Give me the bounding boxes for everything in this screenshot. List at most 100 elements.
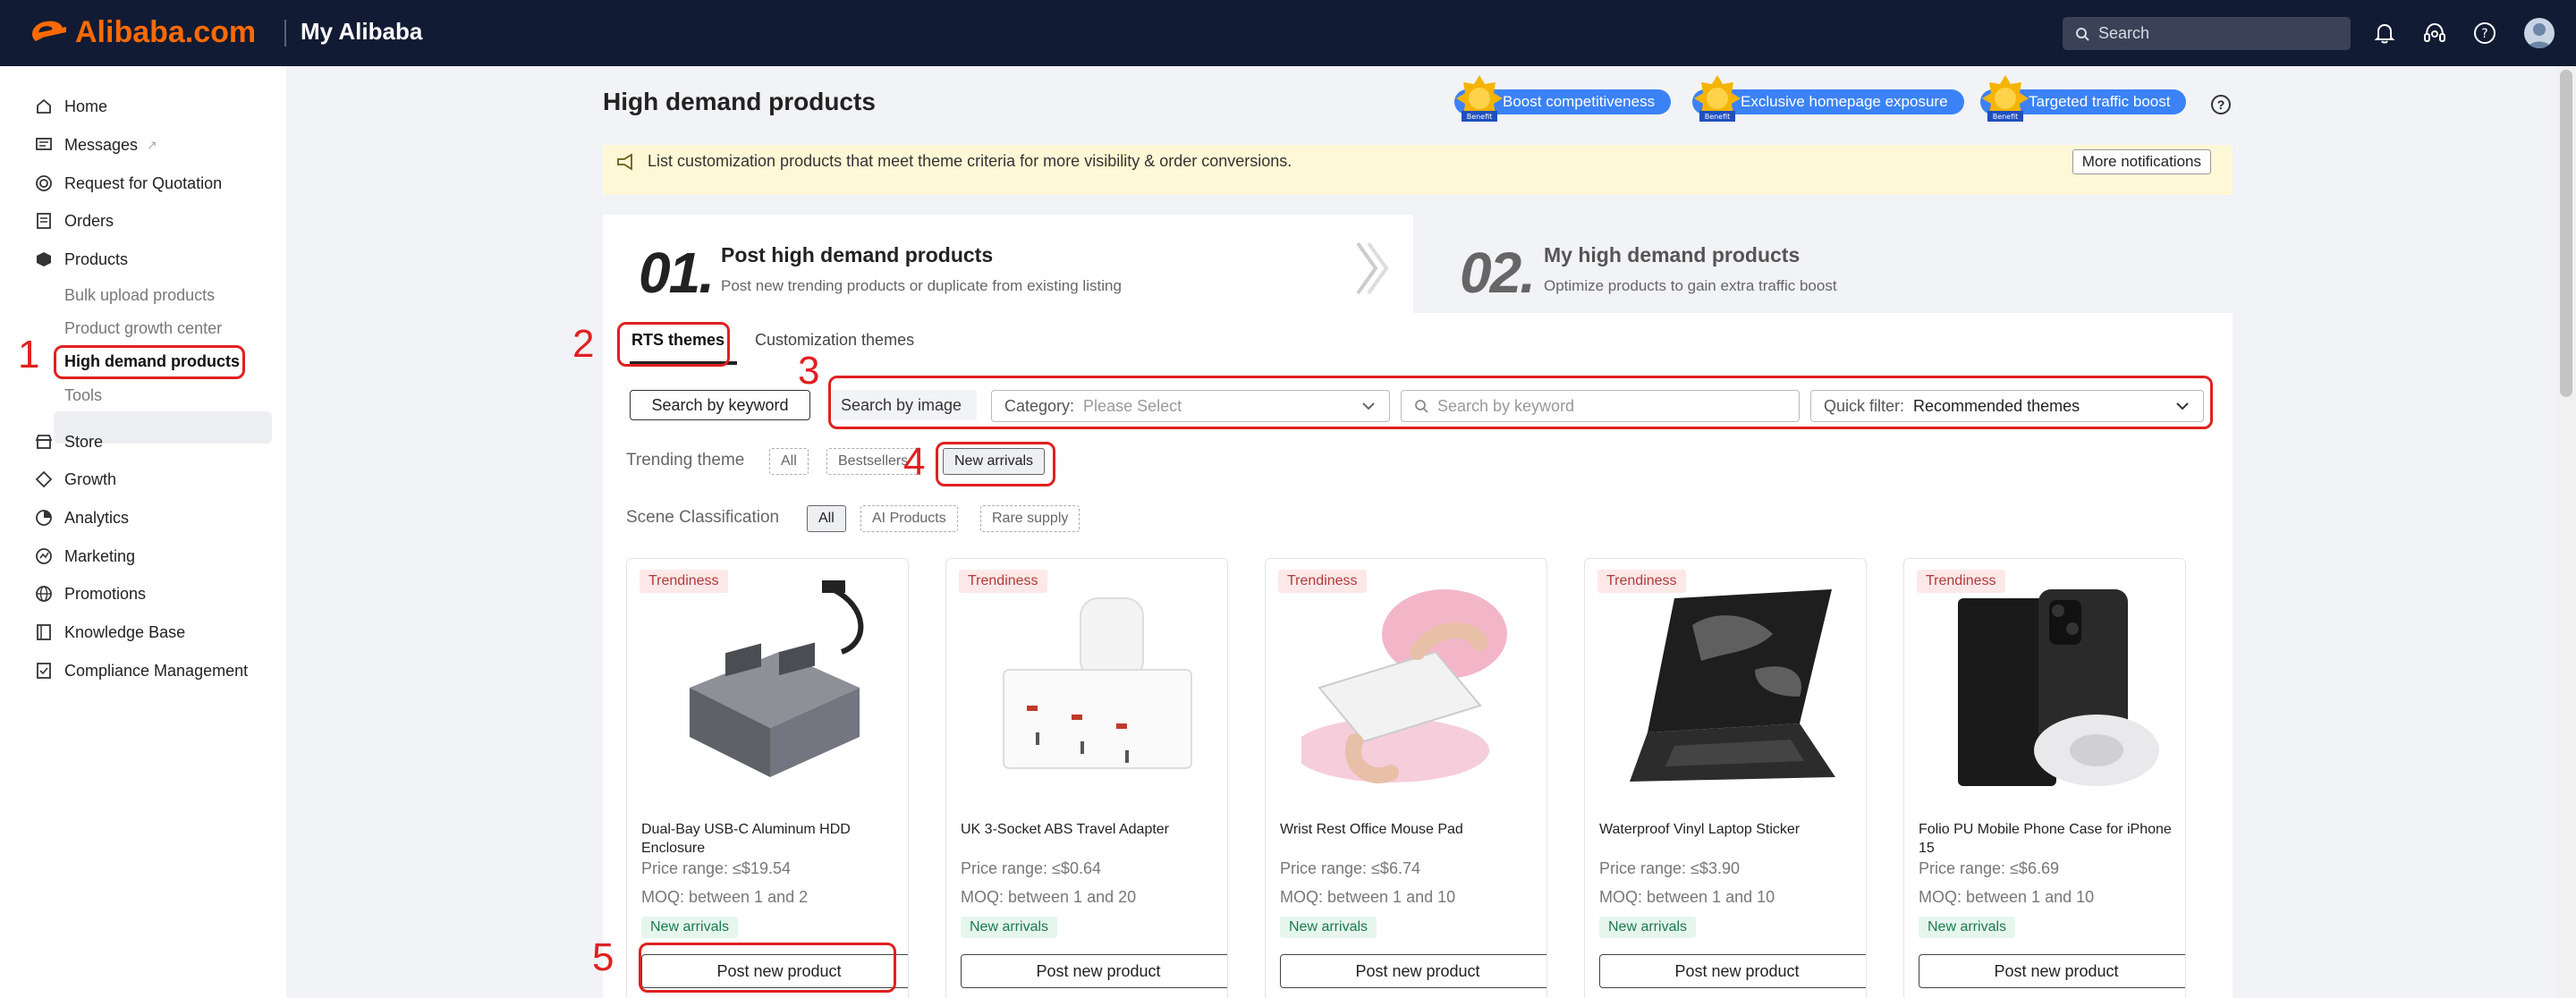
sidebar-item-messages[interactable]: Messages ↗ xyxy=(34,131,157,158)
product-card[interactable]: Trendiness Waterproof Vinyl Laptop Stick… xyxy=(1584,558,1867,998)
globe-icon xyxy=(34,584,54,604)
sidebar-item-label: Analytics xyxy=(64,508,130,527)
top-search-input[interactable]: Search xyxy=(2063,17,2351,50)
product-moq: MOQ: between 1 and 10 xyxy=(1919,888,2095,906)
product-name: Waterproof Vinyl Laptop Sticker xyxy=(1599,822,1801,837)
annotation-box-1 xyxy=(54,345,245,379)
step-my-high-demand[interactable]: 02. My high demand products Optimize pro… xyxy=(1422,215,2233,313)
marketing-icon xyxy=(34,546,54,566)
product-price: Price range: ≤$6.74 xyxy=(1280,859,1420,877)
product-card[interactable]: Trendiness Dual-Bay USB-C Aluminum HDD E… xyxy=(626,558,909,998)
annotation-number-1: 1 xyxy=(18,333,40,376)
headset-icon[interactable] xyxy=(2419,17,2451,49)
alibaba-logo[interactable]: Alibaba.com xyxy=(27,14,256,50)
sidebar-item-products[interactable]: Products xyxy=(34,246,128,273)
scene-chip-rare-supply[interactable]: Rare supply xyxy=(980,505,1080,532)
product-price: Price range: ≤$3.90 xyxy=(1599,859,1740,877)
svg-text:Benefit: Benefit xyxy=(1993,113,2019,121)
sidebar-item-home[interactable]: Home xyxy=(34,93,107,120)
page-title: High demand products xyxy=(603,88,876,115)
post-new-product-button[interactable]: Post new product xyxy=(1280,954,1546,988)
header-divider xyxy=(284,20,286,47)
avatar[interactable] xyxy=(2524,18,2555,48)
product-moq: MOQ: between 1 and 10 xyxy=(1280,888,1456,906)
svg-text:Benefit: Benefit xyxy=(1705,113,1731,121)
annotation-box-5 xyxy=(639,943,896,993)
sidebar-item-label: Marketing xyxy=(64,546,136,565)
sidebar-item-promotions[interactable]: Promotions xyxy=(34,580,146,607)
sidebar-item-marketing[interactable]: Marketing xyxy=(34,543,135,570)
svg-text:?: ? xyxy=(2481,27,2487,41)
post-new-product-button[interactable]: Post new product xyxy=(1919,954,2185,988)
sidebar-item-orders[interactable]: Orders xyxy=(34,207,114,234)
product-name: UK 3-Socket ABS Travel Adapter xyxy=(961,822,1170,837)
benefit-medal-icon: Benefit xyxy=(1694,75,1741,122)
benefit-medal-icon: Benefit xyxy=(1456,75,1503,122)
svg-text:Benefit: Benefit xyxy=(1467,113,1493,121)
sidebar-sub-tools[interactable]: Tools xyxy=(64,386,102,405)
notice-text: List customization products that meet th… xyxy=(648,152,1292,170)
product-card[interactable]: Trendiness Wrist Rest Office Mouse Pad P… xyxy=(1265,558,1547,998)
search-by-keyword-button[interactable]: Search by keyword xyxy=(630,390,810,420)
trendiness-badge: Trendiness xyxy=(640,570,728,593)
product-card[interactable]: Trendiness UK 3-Socket ABS Travel Adapte… xyxy=(945,558,1228,998)
scrollbar[interactable] xyxy=(2556,66,2576,998)
sidebar-sub-growth-center[interactable]: Product growth center xyxy=(64,319,222,338)
sidebar-item-store[interactable]: Store xyxy=(34,428,103,455)
brand-name: Alibaba.com xyxy=(75,14,257,49)
annotation-box-3 xyxy=(828,376,2213,429)
step-post-high-demand[interactable]: 01. Post high demand products Post new t… xyxy=(603,215,1413,313)
annotation-number-4: 4 xyxy=(903,440,926,484)
sidebar-item-knowledge-base[interactable]: Knowledge Base xyxy=(34,619,185,646)
compliance-icon xyxy=(34,661,54,681)
orders-icon xyxy=(34,211,54,231)
growth-icon xyxy=(34,469,54,489)
sidebar-item-label: Growth xyxy=(64,469,117,488)
step-title: My high demand products xyxy=(1544,243,1801,266)
trendiness-badge: Trendiness xyxy=(1917,570,2005,593)
bell-icon[interactable] xyxy=(2368,17,2401,49)
trending-chip-all[interactable]: All xyxy=(769,448,809,475)
benefit-traffic: Benefit Targeted traffic boost xyxy=(1980,75,2187,122)
post-new-product-button[interactable]: Post new product xyxy=(961,954,1227,988)
analytics-icon xyxy=(34,508,54,528)
sidebar-item-label: Store xyxy=(64,432,104,451)
new-arrivals-tag: New arrivals xyxy=(641,917,739,938)
trending-theme-label: Trending theme xyxy=(626,451,745,469)
scrollbar-thumb[interactable] xyxy=(2560,70,2572,397)
scene-classification-label: Scene Classification xyxy=(626,508,780,527)
product-price: Price range: ≤$19.54 xyxy=(641,859,791,877)
sidebar-item-label: Messages xyxy=(64,135,139,154)
target-icon xyxy=(34,173,54,193)
annotation-number-3: 3 xyxy=(798,349,820,393)
benefit-exposure: Benefit Exclusive homepage exposure xyxy=(1692,75,1964,122)
sidebar-sub-bulk-upload[interactable]: Bulk upload products xyxy=(64,286,215,305)
step-desc: Optimize products to gain extra traffic … xyxy=(1544,277,1837,294)
tab-customization-themes[interactable]: Customization themes xyxy=(755,331,914,350)
sidebar-item-compliance[interactable]: Compliance Management xyxy=(34,657,248,684)
section-title[interactable]: My Alibaba xyxy=(301,18,422,46)
sidebar-item-growth[interactable]: Growth xyxy=(34,466,116,493)
scene-chip-ai-products[interactable]: AI Products xyxy=(860,505,958,532)
phone-case-image xyxy=(1958,589,2159,786)
sidebar-item-analytics[interactable]: Analytics xyxy=(34,504,129,531)
benefit-boost: Benefit Boost competitiveness xyxy=(1454,75,1672,122)
more-notifications-button[interactable]: More notifications xyxy=(2072,149,2211,174)
sidebar-item-label: Promotions xyxy=(64,584,147,603)
product-name: Dual-Bay USB-C Aluminum HDD Enclosure xyxy=(641,822,851,856)
product-card[interactable]: Trendiness Folio PU Mobile Phone Case fo… xyxy=(1903,558,2186,998)
help-icon[interactable]: ? xyxy=(2469,17,2501,49)
search-icon xyxy=(2076,27,2089,41)
sidebar-item-rfq[interactable]: Request for Quotation xyxy=(34,170,222,197)
post-new-product-button[interactable]: Post new product xyxy=(1599,954,1866,988)
alibaba-logo-icon xyxy=(32,21,66,41)
sidebar-item-label: Knowledge Base xyxy=(64,622,186,641)
scene-chip-all[interactable]: All xyxy=(807,505,846,532)
trendiness-badge: Trendiness xyxy=(959,570,1047,593)
book-icon xyxy=(34,622,54,642)
new-arrivals-tag: New arrivals xyxy=(1919,917,2016,938)
notice-banner: List customization products that meet th… xyxy=(603,145,2233,195)
step-desc: Post new trending products or duplicate … xyxy=(721,277,1122,294)
new-arrivals-tag: New arrivals xyxy=(1280,917,1377,938)
help-icon[interactable]: ? xyxy=(2211,95,2231,114)
